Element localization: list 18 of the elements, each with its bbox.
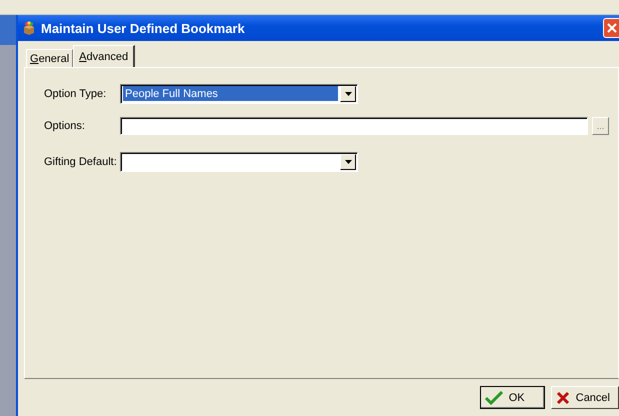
dropdown[interactable]: People Full Names [120, 84, 358, 104]
dropdown[interactable] [120, 152, 358, 172]
caret-icon [340, 154, 356, 170]
tab[interactable]: General [26, 49, 74, 67]
field-label: Option Type: [44, 88, 108, 100]
window-title: Maintain User Defined Bookmark [41, 20, 246, 36]
cancel-button[interactable]: Cancel [550, 386, 619, 409]
field-label: Options: [44, 120, 86, 132]
ok-button[interactable]: OK [480, 386, 545, 409]
caret-icon [340, 86, 356, 102]
close-icon [606, 23, 616, 33]
cross-icon [556, 390, 570, 404]
box-icon [22, 21, 36, 35]
input-field[interactable] [120, 117, 588, 135]
tab[interactable]: Advanced [73, 45, 136, 67]
close-button[interactable] [603, 18, 619, 38]
field-label: Gifting Default: [44, 156, 118, 168]
check-icon [484, 390, 503, 404]
